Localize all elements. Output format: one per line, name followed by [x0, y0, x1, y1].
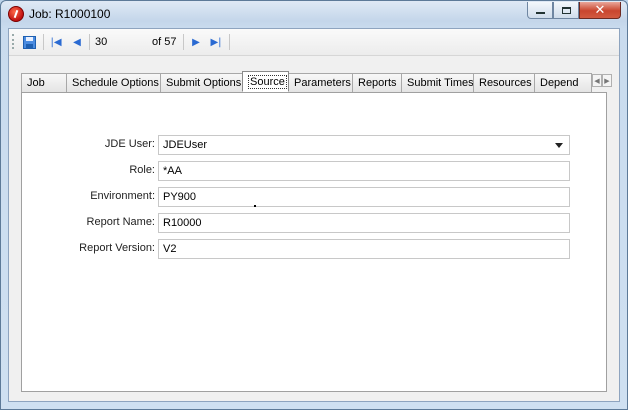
tab-job[interactable]: Job — [21, 73, 66, 92]
jde-user-row: JDE User: JDEUser — [22, 135, 608, 155]
report-version-field[interactable] — [158, 239, 570, 259]
environment-row: Environment: — [22, 187, 608, 207]
toolbar-separator — [229, 34, 230, 50]
tab-schedule-options[interactable]: Schedule Options — [66, 73, 160, 92]
tab-parameters[interactable]: Parameters — [288, 73, 352, 92]
caption-buttons: ✕ — [527, 2, 621, 19]
jde-user-dropdown[interactable]: JDEUser — [158, 135, 570, 155]
save-icon — [22, 35, 36, 49]
tab-scroll-right-button[interactable]: ▶ — [602, 74, 612, 87]
tab-resources[interactable]: Resources — [473, 73, 534, 92]
tab-scroll-buttons: ◀ ▶ — [592, 74, 612, 87]
source-tab-panel: JDE User: JDEUser Role: Environment: Rep… — [21, 92, 607, 392]
toolbar-separator — [43, 34, 44, 50]
next-record-icon: ▶ — [192, 36, 200, 48]
maximize-icon — [561, 6, 571, 14]
minimize-button[interactable] — [527, 2, 553, 19]
report-name-field[interactable] — [158, 213, 570, 233]
jde-user-label: JDE User: — [104, 138, 155, 150]
current-record-input[interactable] — [95, 35, 145, 49]
first-record-icon: |◀ — [50, 36, 62, 48]
tab-scroll-left-button[interactable]: ◀ — [592, 74, 602, 87]
record-count-label: of 57 — [152, 36, 177, 48]
report-name-row: Report Name: — [22, 213, 608, 233]
client-area: |◀ ◀ of 57 ▶ ▶| Job Schedule Options Sub… — [8, 28, 620, 402]
role-row: Role: — [22, 161, 608, 181]
report-name-label: Report Name: — [86, 216, 155, 228]
dropdown-arrow-icon[interactable] — [555, 143, 563, 148]
role-label: Role: — [129, 164, 155, 176]
job-window: Job: R1000100 ✕ |◀ ◀ of 57 ▶ — [0, 0, 628, 410]
toolbar-separator — [89, 34, 90, 50]
last-record-button[interactable]: ▶| — [209, 33, 223, 51]
tab-dependencies[interactable]: Depend — [534, 73, 592, 92]
tab-submit-options[interactable]: Submit Options — [160, 73, 242, 92]
role-field[interactable] — [158, 161, 570, 181]
tab-strip: Job Schedule Options Submit Options Sour… — [21, 71, 592, 92]
tab-source[interactable]: Source — [242, 71, 289, 92]
environment-field[interactable] — [158, 187, 570, 207]
minimize-icon — [535, 12, 545, 14]
report-version-row: Report Version: — [22, 239, 608, 259]
jde-user-value: JDEUser — [163, 139, 208, 151]
previous-record-icon: ◀ — [73, 36, 81, 48]
next-record-button[interactable]: ▶ — [190, 33, 202, 51]
maximize-button[interactable] — [553, 2, 579, 19]
window-title: Job: R1000100 — [29, 7, 111, 21]
environment-label: Environment: — [90, 190, 155, 202]
close-icon: ✕ — [594, 2, 606, 18]
close-button[interactable]: ✕ — [579, 2, 621, 19]
app-icon[interactable] — [8, 6, 24, 22]
report-version-label: Report Version: — [79, 242, 155, 254]
mouse-cursor-dot — [254, 205, 256, 207]
first-record-button[interactable]: |◀ — [49, 33, 63, 51]
toolbar-separator — [183, 34, 184, 50]
save-button[interactable] — [21, 33, 37, 51]
title-bar[interactable]: Job: R1000100 ✕ — [1, 1, 627, 29]
chevron-right-icon: ▶ — [604, 76, 610, 85]
previous-record-button[interactable]: ◀ — [71, 33, 83, 51]
tab-reports[interactable]: Reports — [352, 73, 401, 92]
toolbar-grip-icon[interactable] — [12, 34, 16, 49]
record-toolbar: |◀ ◀ of 57 ▶ ▶| — [9, 29, 619, 56]
tab-submit-times[interactable]: Submit Times — [401, 73, 474, 92]
last-record-icon: ▶| — [210, 36, 222, 48]
chevron-left-icon: ◀ — [594, 76, 600, 85]
